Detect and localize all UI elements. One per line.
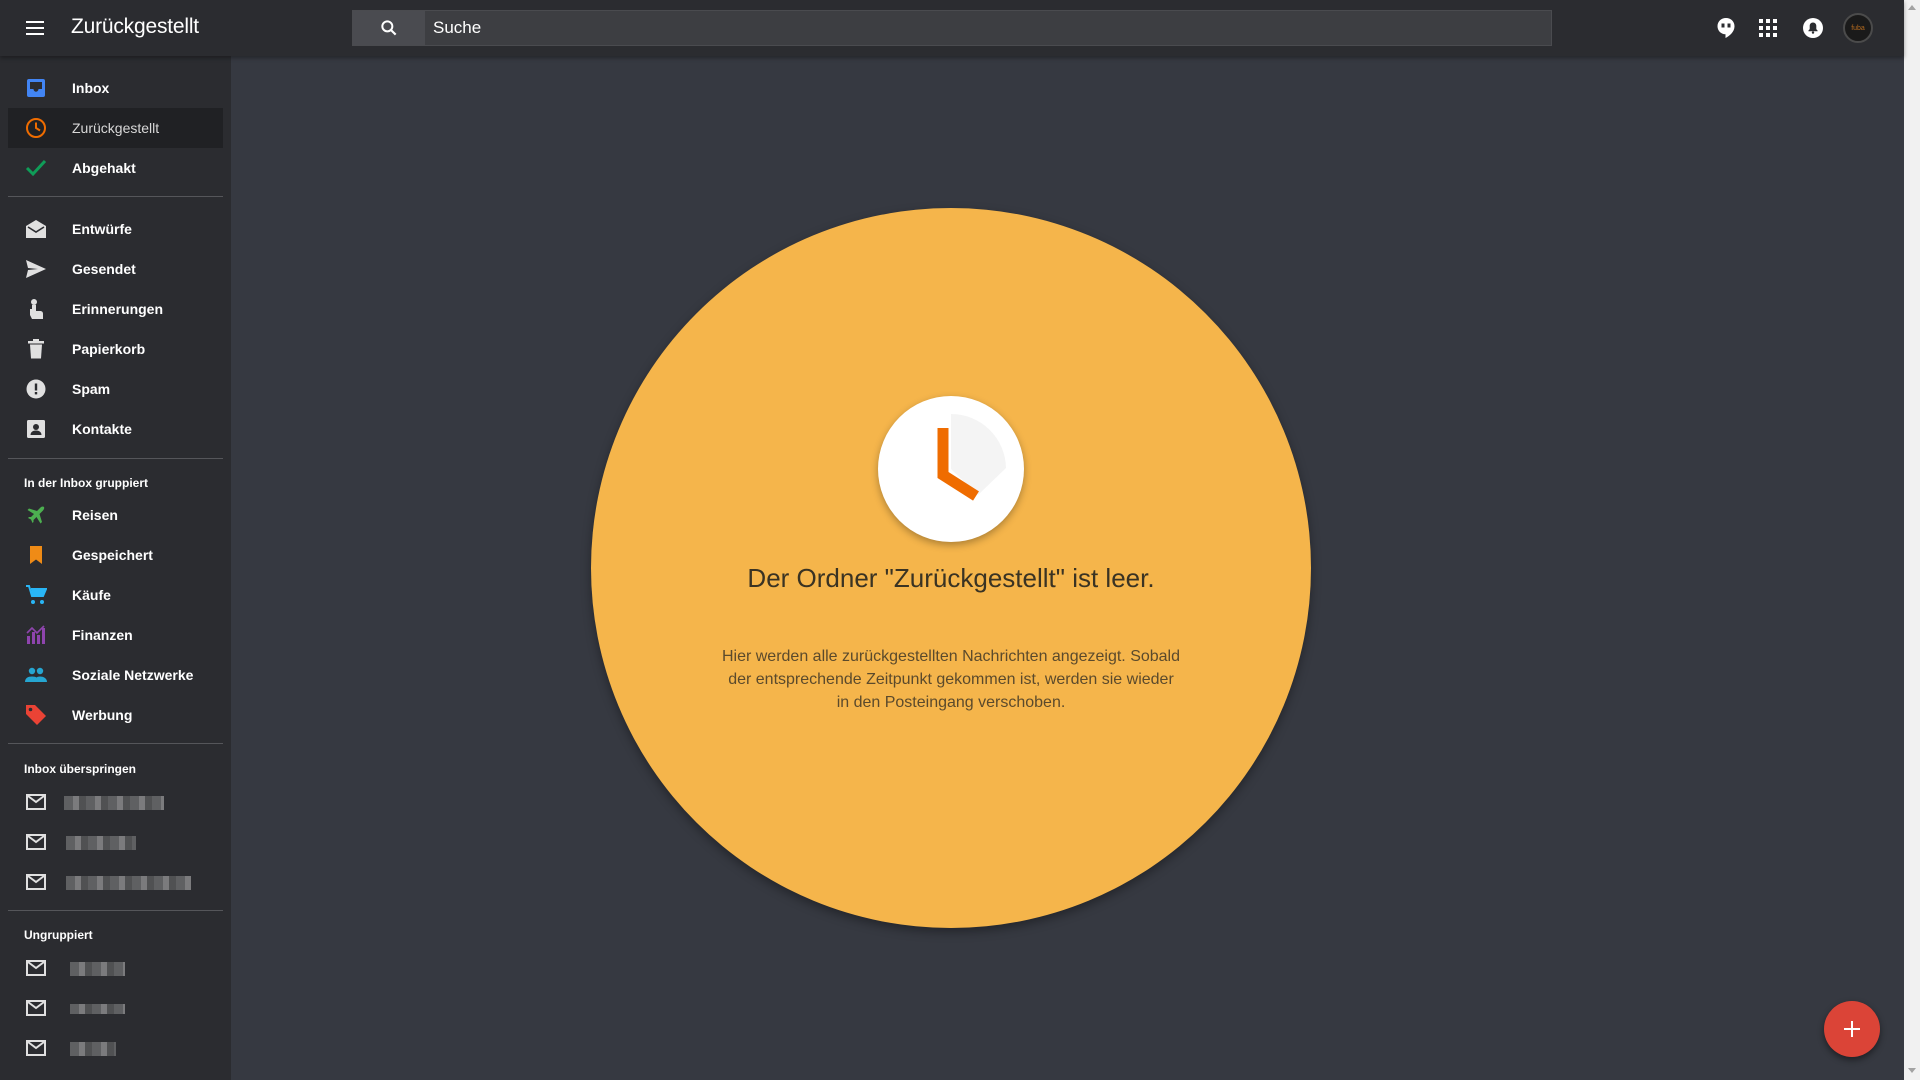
empty-state-description: Hier werden alle zurückgestellten Nachri… [721,648,1181,711]
apps-grid-icon[interactable] [1756,16,1780,40]
skip-inbox-heading: Inbox überspringen [24,762,137,776]
send-icon [24,257,48,281]
sidebar-divider [8,910,223,911]
sidebar-item-label: Gesendet [72,261,136,277]
sidebar-item-saved[interactable]: Gespeichert [8,535,223,575]
search-icon[interactable] [353,11,425,45]
mail-icon [24,830,48,854]
chart-icon [24,623,48,647]
sidebar-divider [8,743,223,744]
blurred-label [66,836,136,850]
empty-state-title: Der Ordner "Zurückgestellt" ist leer. [747,563,1155,593]
sidebar-item-label: Werbung [72,707,133,723]
sidebar-item-label-blurred[interactable] [8,988,223,1028]
notifications-icon[interactable] [1801,16,1825,40]
blurred-label [66,876,191,890]
sidebar-item-label: Reisen [72,507,118,523]
sidebar-item-label-blurred[interactable] [8,782,223,822]
sidebar-item-label: Zurückgestellt [72,120,160,136]
plus-icon [1844,1021,1860,1037]
check-icon [24,156,48,180]
grouped-heading: In der Inbox gruppiert [24,476,149,490]
sidebar-item-travel[interactable]: Reisen [8,495,223,535]
contacts-icon [24,417,48,441]
sidebar-item-contacts[interactable]: Kontakte [8,409,223,449]
search-input[interactable] [433,11,1533,45]
sidebar-divider [8,458,223,459]
blurred-label [70,1004,125,1014]
sidebar-item-label: Soziale Netzwerke [72,667,194,683]
sidebar-item-finance[interactable]: Finanzen [8,615,223,655]
plane-icon [24,503,48,527]
mail-icon [24,1036,48,1060]
ungrouped-heading: Ungruppiert [24,928,93,942]
sidebar-item-label: Abgehakt [72,160,136,176]
sidebar-item-label: Spam [72,381,111,397]
sidebar: Inbox Zurückgestellt Abgehakt Entwürfe G… [0,56,231,1080]
sidebar-item-label-blurred[interactable] [8,822,223,862]
people-icon [24,663,48,687]
sidebar-item-label: Finanzen [72,627,133,643]
sidebar-item-snoozed[interactable]: Zurückgestellt [8,108,223,148]
mail-icon [24,870,48,894]
sidebar-item-social[interactable]: Soziale Netzwerke [8,655,223,695]
search-bar [352,10,1552,46]
sidebar-item-label: Papierkorb [72,341,146,357]
clock-icon [878,396,1024,542]
sidebar-item-spam[interactable]: Spam [8,369,223,409]
cart-icon [24,583,48,607]
scroll-up-arrow-icon[interactable] [1908,5,1916,10]
sidebar-item-inbox[interactable]: Inbox [8,68,223,108]
sidebar-item-label: Gespeichert [72,547,153,563]
page-title: Zurückgestellt [71,15,199,38]
sidebar-item-done[interactable]: Abgehakt [8,148,223,188]
sidebar-item-reminders[interactable]: Erinnerungen [8,289,223,329]
clock-icon [24,116,48,140]
top-app-bar: Zurückgestellt fuba [0,0,1904,56]
sidebar-item-label-blurred[interactable] [8,862,223,902]
sidebar-item-label: Erinnerungen [72,301,164,317]
hangouts-icon[interactable] [1714,16,1738,40]
mail-icon [24,790,48,814]
sidebar-item-label: Entwürfe [72,221,132,237]
sidebar-item-sent[interactable]: Gesendet [8,249,223,289]
blurred-label [70,962,125,976]
sidebar-item-promotions[interactable]: Werbung [8,695,223,735]
sidebar-item-label: Kontakte [72,421,132,437]
reminder-icon [24,297,48,321]
sidebar-item-purchases[interactable]: Käufe [8,575,223,615]
scroll-down-arrow-icon[interactable] [1908,1068,1916,1073]
sidebar-item-label: Käufe [72,587,111,603]
inbox-icon [24,76,48,100]
mail-icon [24,956,48,980]
bookmark-icon [24,543,48,567]
sidebar-item-label-blurred[interactable] [8,948,223,988]
sidebar-divider [8,196,223,197]
mail-icon [24,996,48,1020]
blurred-label [70,1042,116,1056]
sidebar-item-label: Inbox [72,80,110,96]
avatar[interactable]: fuba [1843,13,1873,43]
compose-button[interactable] [1824,1001,1880,1057]
spam-icon [24,377,48,401]
sidebar-item-drafts[interactable]: Entwürfe [8,209,223,249]
avatar-text: fuba [1851,24,1865,32]
sidebar-item-trash[interactable]: Papierkorb [8,329,223,369]
tag-icon [24,703,48,727]
trash-icon [24,337,48,361]
sidebar-item-label-blurred[interactable] [8,1028,223,1068]
scrollbar[interactable] [1904,0,1920,1080]
drafts-icon [24,217,48,241]
blurred-label [64,796,164,810]
hamburger-menu-icon[interactable] [22,16,50,40]
